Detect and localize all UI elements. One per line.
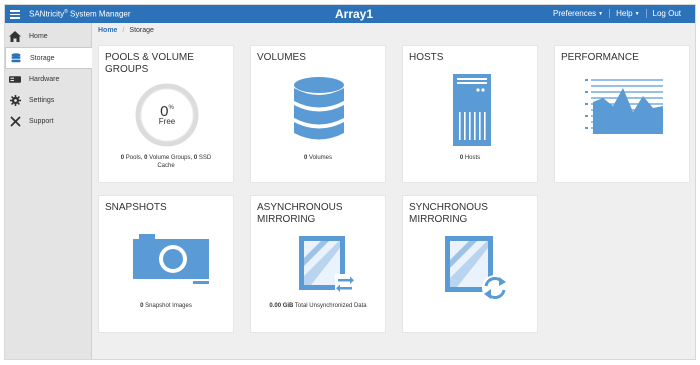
- camera-icon: [133, 234, 209, 289]
- sidebar: Home Storage Hardware Settings Support: [5, 23, 92, 359]
- array-name: Array1: [335, 7, 374, 21]
- breadcrumb-separator: /: [122, 27, 125, 34]
- gear-icon: [9, 94, 21, 106]
- capacity-gauge: 0% Free: [134, 82, 200, 153]
- tile-title: SNAPSHOTS: [105, 202, 167, 213]
- performance-chart-icon: [585, 78, 665, 143]
- help-menu[interactable]: Help ▼: [609, 9, 645, 18]
- tile-title: POOLS & VOLUME GROUPS: [105, 52, 194, 75]
- async-mirroring-summary: 0.00 GiB Total Unsynchronized Data: [269, 303, 367, 309]
- performance-tile[interactable]: PERFORMANCE: [554, 45, 690, 183]
- server-icon: [453, 74, 491, 151]
- snapshots-tile[interactable]: SNAPSHOTS 0 Snapshot Images: [98, 195, 234, 333]
- tile-title: VOLUMES: [257, 52, 306, 63]
- volumes-summary: 0 Volumes: [303, 155, 333, 161]
- breadcrumb-home-link[interactable]: Home: [98, 27, 117, 34]
- sidebar-item-label: Support: [29, 117, 54, 125]
- pools-summary: 0 Pools, 0 Volume Groups, 0 SSD Cache: [120, 155, 212, 169]
- tile-title: PERFORMANCE: [561, 52, 639, 63]
- async-mirror-icon: [299, 236, 355, 299]
- sidebar-item-storage[interactable]: Storage: [5, 47, 92, 69]
- chevron-down-icon: ▼: [598, 11, 604, 17]
- gauge-label: Free: [158, 117, 176, 126]
- sidebar-item-hardware[interactable]: Hardware: [5, 69, 91, 90]
- sync-mirror-icon: [445, 236, 509, 307]
- breadcrumb-current: Storage: [129, 27, 154, 34]
- chevron-down-icon: ▼: [634, 11, 640, 17]
- volumes-tile[interactable]: VOLUMES 0 Volumes: [250, 45, 386, 183]
- menu-icon[interactable]: [10, 8, 20, 20]
- synchronous-mirroring-tile[interactable]: SYNCHRONOUS MIRRORING: [402, 195, 538, 333]
- tile-title: ASYNCHRONOUS MIRRORING: [257, 202, 343, 225]
- top-nav: Preferences ▼ Help ▼ Log Out: [547, 9, 687, 18]
- sidebar-item-support[interactable]: Support: [5, 111, 91, 132]
- sidebar-item-label: Home: [29, 32, 48, 40]
- sidebar-item-label: Hardware: [29, 75, 60, 83]
- sidebar-item-label: Settings: [29, 96, 55, 104]
- app-title: SANtricity® System Manager: [29, 9, 131, 19]
- hosts-tile[interactable]: HOSTS 0 Hosts: [402, 45, 538, 183]
- database-icon: [10, 52, 22, 64]
- tile-title: HOSTS: [409, 52, 444, 63]
- home-icon: [9, 30, 21, 42]
- sidebar-item-label: Storage: [30, 54, 55, 62]
- tile-title: SYNCHRONOUS MIRRORING: [409, 202, 488, 225]
- snapshots-summary: 0 Snapshot Images: [140, 303, 192, 309]
- preferences-menu[interactable]: Preferences ▼: [547, 9, 609, 18]
- log-out-link[interactable]: Log Out: [645, 9, 687, 18]
- breadcrumb: Home / Storage: [98, 27, 154, 34]
- app-window: SANtricity® System Manager Array1 Prefer…: [4, 4, 696, 360]
- database-icon: [293, 76, 345, 147]
- asynchronous-mirroring-tile[interactable]: ASYNCHRONOUS MIRRORING 0.00 GiB Total Uns…: [250, 195, 386, 333]
- hardware-icon: [9, 73, 21, 85]
- tools-icon: [9, 115, 21, 127]
- sidebar-item-settings[interactable]: Settings: [5, 90, 91, 111]
- sidebar-item-home[interactable]: Home: [5, 26, 91, 47]
- main-content: Home / Storage POOLS & VOLUME GROUPS 0% Fre…: [92, 23, 695, 359]
- hosts-summary: 0 Hosts: [459, 155, 481, 161]
- top-bar: SANtricity® System Manager Array1 Prefer…: [5, 5, 695, 23]
- pools-volume-groups-tile[interactable]: POOLS & VOLUME GROUPS 0% Free 0 Pools, 0 …: [98, 45, 234, 183]
